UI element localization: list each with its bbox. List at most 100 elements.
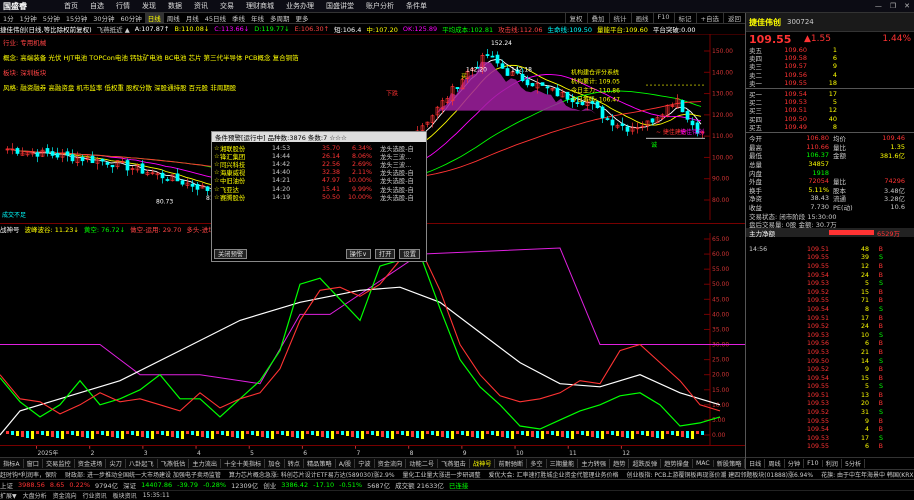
- chart-tool-1[interactable]: 叠加: [586, 13, 609, 23]
- chart-tool-4[interactable]: F10: [652, 13, 674, 23]
- news-item[interactable]: 算力芯片概念急涨: 科创芯片设计ETF易方达(589030)涨2.9%: [229, 470, 395, 479]
- quote-tab[interactable]: 周线: [765, 459, 785, 468]
- settings-button[interactable]: 设置: [399, 248, 420, 259]
- quote-tab[interactable]: 日线: [746, 459, 766, 468]
- period-10[interactable]: 季线: [229, 13, 248, 23]
- open-button[interactable]: 打开: [374, 248, 396, 259]
- stock-name: 捷佳伟创: [749, 17, 781, 27]
- minimize-icon[interactable]: —: [871, 2, 886, 10]
- indicator-tab[interactable]: 前耐驰断: [495, 459, 528, 468]
- menu-home[interactable]: 首页: [58, 1, 84, 11]
- popup-title[interactable]: 条件预警[运行中] 品种数:3876 条数:7 ☆☆☆: [212, 132, 426, 142]
- news-item[interactable]: 花旗: 由于中车年海景中 韩国(KRX)涨0.6%: [821, 470, 914, 479]
- menu-watchlist[interactable]: 自选: [84, 1, 110, 11]
- indicator-tab[interactable]: A/股: [336, 459, 356, 468]
- menu-news[interactable]: 资讯: [188, 1, 214, 11]
- alert-pct: 9.99%: [351, 185, 372, 193]
- indicator-tab[interactable]: 超跌反弹: [629, 459, 662, 468]
- chart-tool-2[interactable]: 统计: [608, 13, 631, 23]
- menu-discover[interactable]: 发现: [136, 1, 162, 11]
- quote-tab[interactable]: 利润: [823, 459, 842, 468]
- candle-body: [525, 79, 530, 86]
- news-item[interactable]: 创业板指: PCB上游覆铜板再现涨价潮 建四邻题板块(01888)涨6.94%: [626, 470, 813, 479]
- indicator-tab[interactable]: 十全十美指标: [221, 459, 266, 468]
- buy-level[interactable]: 买五 109.49 8: [746, 123, 914, 132]
- indicator-tab[interactable]: 转点: [285, 459, 304, 468]
- indicator-tab[interactable]: 八卦起飞: [126, 459, 158, 468]
- indicator-tab[interactable]: 趋势: [610, 459, 630, 468]
- period-1[interactable]: 1分钟: [17, 13, 40, 23]
- popup-list: ☆ 湘联股份 14:53 35.70 6.34% 龙头选股-自 ☆ 锋汇集团 14:44 26.1…: [212, 142, 426, 202]
- indicator-tab[interactable]: 资金流向: [375, 459, 407, 468]
- period-9[interactable]: 45日线: [202, 13, 229, 23]
- news-item[interactable]: 爱优大会: 汇率速打胜城企业资金代管理业务价格: [489, 470, 619, 479]
- news-item[interactable]: 财政部: 进一步推动全国统一大市场建设 加强电子卖场监管: [65, 470, 221, 479]
- stat-value: 10.6: [890, 202, 905, 211]
- period-6[interactable]: 日线: [144, 13, 164, 23]
- indicator-tab[interactable]: 新股策略: [714, 459, 745, 468]
- indicator-tab[interactable]: 主力流出: [189, 459, 222, 468]
- sell-level[interactable]: 卖一 109.55 18: [746, 79, 914, 88]
- indicator-tab[interactable]: 多空: [527, 459, 547, 468]
- indicator-tab[interactable]: 动能二号: [406, 459, 439, 468]
- news-item[interactable]: 赶时钩*利润率，保阶: [0, 470, 57, 479]
- quote-tab[interactable]: F10: [804, 460, 823, 467]
- period-13[interactable]: 更多: [293, 13, 312, 23]
- quote-tab[interactable]: 分钟: [785, 459, 805, 468]
- bottom-item[interactable]: 扩展▼: [0, 491, 17, 500]
- indicator-tab[interactable]: 交易监控: [43, 459, 75, 468]
- menu-account-analysis[interactable]: 账户分析: [360, 1, 400, 11]
- chart-tool-5[interactable]: 标记: [673, 13, 696, 23]
- period-0[interactable]: 1分: [0, 13, 17, 23]
- indicator-tab[interactable]: 趋势操盘: [661, 459, 693, 468]
- menu-data[interactable]: 数据: [162, 1, 188, 11]
- chart-tool-6[interactable]: +自选: [695, 13, 723, 23]
- maximize-icon[interactable]: ❐: [886, 2, 900, 10]
- period-8[interactable]: 月线: [183, 13, 202, 23]
- indicator-chart[interactable]: 65.00 60.00 55.00 50.00 45.00 40.00 35.00 30.00…: [0, 233, 745, 445]
- alert-row[interactable]: ☆ 赛腾股份 14:19 50.50 10.00% 龙头选股-自: [212, 193, 426, 202]
- bottom-item[interactable]: 资金流向: [53, 491, 77, 500]
- indicator-tab[interactable]: 加仓: [265, 459, 285, 468]
- signal-bar: [41, 431, 44, 435]
- period-5[interactable]: 60分钟: [117, 13, 144, 23]
- period-3[interactable]: 15分钟: [63, 13, 90, 23]
- indicator-tab[interactable]: 宁波: [355, 459, 375, 468]
- period-2[interactable]: 5分钟: [40, 13, 63, 23]
- close-icon[interactable]: ✕: [900, 2, 914, 10]
- indicator-tab[interactable]: 指标A: [0, 459, 24, 468]
- indicator-tab[interactable]: 精品策略: [304, 459, 336, 468]
- quote-tab[interactable]: 5分析: [842, 459, 866, 468]
- signal-bar: [446, 431, 449, 438]
- indicator-tab[interactable]: 主力转强: [578, 459, 611, 468]
- chart-tool-3[interactable]: 画线: [630, 13, 653, 23]
- operation-button[interactable]: 操作∨: [345, 248, 371, 259]
- chart-tool-7[interactable]: 返回: [723, 13, 745, 23]
- period-7[interactable]: 周线: [164, 13, 183, 23]
- indicator-tab[interactable]: 飞燕低估: [158, 459, 190, 468]
- indicator-tab[interactable]: 飞燕狙击: [438, 459, 470, 468]
- menu-trade[interactable]: 交易: [214, 1, 240, 11]
- menu-quotes[interactable]: 行情: [110, 1, 136, 11]
- bottom-item[interactable]: 大盘分析: [23, 491, 47, 500]
- menu-business[interactable]: 业务办理: [280, 1, 320, 11]
- menu-lecture[interactable]: 国盛讲堂: [320, 1, 360, 11]
- indicator-tab[interactable]: 三期量能: [547, 459, 579, 468]
- close-alert-button[interactable]: 关闭预警: [214, 248, 248, 259]
- indicator-value: 做空-运用: 29.70: [130, 225, 182, 234]
- indicator-tab[interactable]: 战神号: [470, 459, 496, 468]
- menu-finance-mall[interactable]: 理财商城: [240, 1, 280, 11]
- indicator-tab[interactable]: 尖刀: [106, 459, 126, 468]
- bottom-item[interactable]: 板块资讯: [113, 491, 137, 500]
- indicator-tab[interactable]: 窗口: [24, 459, 43, 468]
- bottom-item[interactable]: 行业资讯: [83, 491, 107, 500]
- period-11[interactable]: 年线: [248, 13, 267, 23]
- indicator-tab[interactable]: 资金进场: [75, 459, 107, 468]
- chart-tool-0[interactable]: 复权: [564, 13, 587, 23]
- period-4[interactable]: 30分钟: [90, 13, 117, 23]
- signal-bar: [566, 431, 569, 438]
- news-item[interactable]: 量化工业量大涨进一步研调整: [403, 470, 481, 479]
- menu-conditional-order[interactable]: 条件单: [400, 1, 433, 11]
- period-12[interactable]: 多周期: [267, 13, 293, 23]
- indicator-tab[interactable]: MAC: [693, 460, 714, 467]
